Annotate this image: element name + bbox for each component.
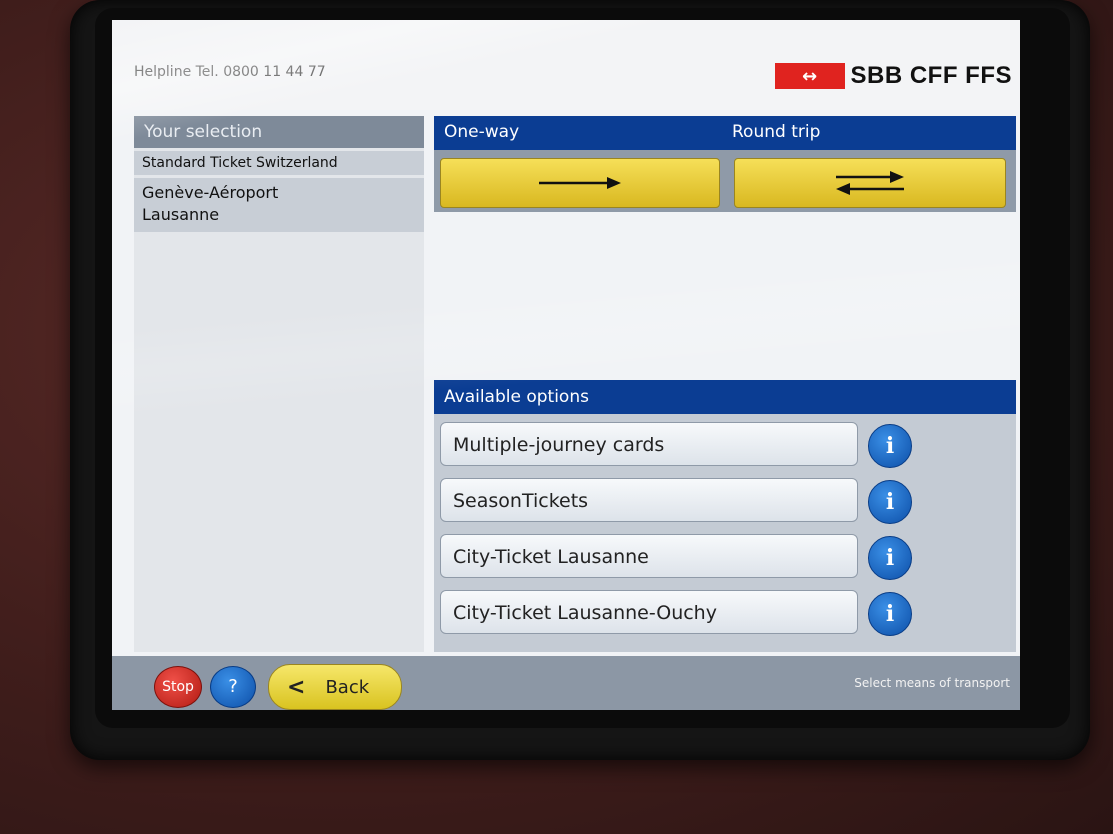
info-icon[interactable]: i (868, 424, 912, 468)
trip-type-panel: One-way Round trip (434, 116, 1016, 212)
options-panel: Available options Multiple-journey cards… (434, 380, 1016, 652)
option-city-ticket-lausanne-button[interactable]: City-Ticket Lausanne (440, 534, 858, 578)
option-season-tickets-button[interactable]: SeasonTickets (440, 478, 858, 522)
option-city-ticket-lausanne-ouchy-button[interactable]: City-Ticket Lausanne-Ouchy (440, 590, 858, 634)
arrows-both-ways-icon (836, 171, 904, 195)
option-row: Multiple-journey cards i (440, 422, 990, 468)
info-icon[interactable]: i (868, 480, 912, 524)
one-way-label: One-way (444, 122, 520, 142)
top-bar: Helpline Tel. 0800 11 44 77 ↔ SBB CFF FF… (112, 20, 1020, 110)
round-trip-label: Round trip (732, 122, 821, 142)
options-title: Available options (434, 380, 1016, 414)
option-row: City-Ticket Lausanne-Ouchy i (440, 590, 990, 636)
status-text: Select means of transport (854, 676, 1010, 690)
option-multiple-journey-cards-button[interactable]: Multiple-journey cards (440, 422, 858, 466)
option-row: SeasonTickets i (440, 478, 990, 524)
sbb-logo-text: SBB CFF FFS (850, 62, 1012, 89)
ticket-machine-screen: Helpline Tel. 0800 11 44 77 ↔ SBB CFF FF… (112, 20, 1020, 710)
bottom-bar: Stop ? < Back Select means of transport (112, 656, 1020, 710)
helpline-text: Helpline Tel. 0800 11 44 77 (134, 64, 326, 80)
info-icon[interactable]: i (868, 592, 912, 636)
route-to: Lausanne (142, 205, 220, 224)
one-way-button[interactable] (440, 158, 720, 208)
selection-title: Your selection (134, 116, 424, 148)
selected-ticket-type: Standard Ticket Switzerland (134, 151, 424, 175)
trip-type-header: One-way Round trip (434, 116, 1016, 150)
back-button[interactable]: < Back (268, 664, 402, 710)
stop-button[interactable]: Stop (154, 666, 202, 708)
info-icon[interactable]: i (868, 536, 912, 580)
selected-route: Genève-Aéroport Lausanne (134, 178, 424, 232)
option-row: City-Ticket Lausanne i (440, 534, 990, 580)
round-trip-button[interactable] (734, 158, 1006, 208)
back-label: Back (325, 676, 370, 698)
selection-panel: Your selection Standard Ticket Switzerla… (134, 116, 424, 652)
sbb-logo: ↔ SBB CFF FFS (774, 62, 1013, 90)
chevron-left-icon: < (287, 674, 306, 700)
help-button[interactable]: ? (210, 666, 256, 708)
sbb-logo-mark-icon: ↔ (774, 63, 845, 89)
route-from: Genève-Aéroport (142, 183, 279, 202)
arrow-right-icon (539, 177, 621, 189)
